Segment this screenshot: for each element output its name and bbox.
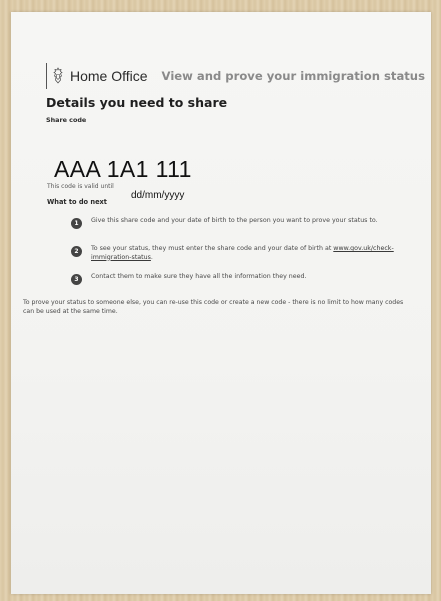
header-rule xyxy=(46,63,47,89)
service-name: View and prove your immigration status xyxy=(161,69,425,83)
what-to-do-next-heading: What to do next xyxy=(47,198,107,206)
reuse-code-note: To prove your status to someone else, yo… xyxy=(23,299,404,315)
step-text: Contact them to make sure they have all … xyxy=(91,273,307,280)
step-number-badge: 2 xyxy=(71,246,82,257)
brand-name: Home Office xyxy=(70,68,148,84)
step-item: 1 Give this share code and your date of … xyxy=(71,217,421,229)
step-item: 2 To see your status, they must enter th… xyxy=(71,245,421,262)
step-number-badge: 1 xyxy=(71,218,82,229)
step-text: To see your status, they must enter the … xyxy=(91,245,421,262)
step-text-after-link: . xyxy=(150,253,153,261)
step-text: Give this share code and your date of bi… xyxy=(91,217,378,224)
valid-until-label: This code is valid until xyxy=(47,183,114,190)
share-code-label: Share code xyxy=(46,116,87,124)
step-item: 3 Contact them to make sure they have al… xyxy=(71,273,421,285)
royal-coat-of-arms-icon xyxy=(53,67,63,84)
step-number-badge: 3 xyxy=(71,274,82,285)
page-title: Details you need to share xyxy=(46,95,228,110)
step-text-before-link: To see your status, they must enter the … xyxy=(91,245,334,252)
valid-until-date: dd/mm/yyyy xyxy=(131,190,185,201)
share-code-value: AAA 1A1 111 xyxy=(54,156,192,182)
page-header: Home Office View and prove your immigrat… xyxy=(46,60,425,92)
printed-page: Home Office View and prove your immigrat… xyxy=(11,12,431,594)
